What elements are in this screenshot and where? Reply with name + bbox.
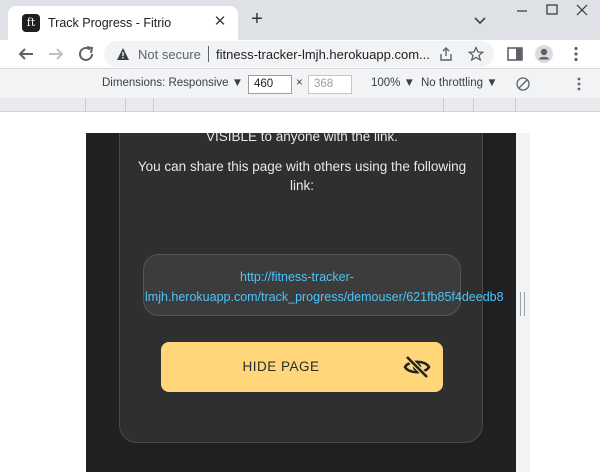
browser-toolbar: Not secure fitness-tracker-lmjh.herokuap…	[0, 40, 600, 68]
viewport-resize-handle[interactable]	[520, 292, 525, 316]
device-toolbar: Dimensions: Responsive ▼ 460 × 368 100% …	[0, 68, 600, 98]
ruler-segment[interactable]	[126, 98, 154, 112]
ruler-segment[interactable]	[154, 98, 444, 112]
ruler-segment[interactable]	[0, 98, 86, 112]
ruler-segment[interactable]	[474, 98, 516, 112]
browser-menu-icon[interactable]	[566, 44, 586, 64]
viewport-height-input[interactable]: 368	[308, 75, 352, 94]
bookmark-star-icon[interactable]	[468, 46, 484, 62]
security-label[interactable]: Not secure	[138, 47, 201, 62]
ruler-segment[interactable]	[86, 98, 126, 112]
share-icon[interactable]	[438, 46, 454, 62]
share-link-line2[interactable]: lmjh.herokuapp.com/track_progress/demous…	[144, 287, 516, 307]
profile-avatar-icon[interactable]	[534, 44, 554, 64]
device-more-options-icon[interactable]	[574, 76, 584, 92]
hide-page-button[interactable]: HIDE PAGE	[161, 342, 443, 392]
share-message-line2: link:	[289, 178, 314, 193]
viewport-width-input[interactable]: 460	[248, 75, 292, 94]
reload-icon[interactable]	[74, 42, 98, 66]
address-separator	[208, 46, 209, 62]
share-link[interactable]: http://fitness-tracker- lmjh.herokuapp.c…	[144, 267, 516, 307]
rotate-icon[interactable]	[515, 76, 531, 92]
forward-arrow-icon[interactable]	[44, 42, 68, 66]
back-arrow-icon[interactable]	[14, 42, 38, 66]
share-message-line1: You can share this page with others usin…	[137, 159, 467, 174]
fitrio-favicon-icon: ft	[22, 14, 40, 32]
dimension-separator: ×	[296, 77, 303, 89]
visibility-message: Your progress with this routine is curre…	[205, 133, 399, 144]
tab-title: Track Progress - Fitrio	[48, 16, 172, 30]
throttling-select[interactable]: No throttling ▼	[421, 77, 498, 89]
share-link-box: http://fitness-tracker- lmjh.herokuapp.c…	[143, 254, 504, 316]
share-card: Your progress with this routine is curre…	[119, 133, 504, 443]
eye-off-icon	[403, 355, 431, 379]
track-progress-page: Your progress with this routine is curre…	[86, 133, 516, 472]
new-tab-button[interactable]: +	[246, 9, 268, 31]
minimize-icon[interactable]	[508, 0, 536, 22]
ruler-segment[interactable]	[444, 98, 474, 112]
maximize-icon[interactable]	[538, 0, 566, 22]
side-panel-icon[interactable]	[505, 44, 525, 64]
close-tab-icon[interactable]: ✕	[210, 12, 230, 32]
zoom-select[interactable]: 100% ▼	[371, 77, 415, 89]
warning-triangle-icon[interactable]	[116, 47, 130, 61]
tab-search-chevron-icon[interactable]	[469, 9, 491, 31]
share-link-line1[interactable]: http://fitness-tracker-	[144, 267, 516, 287]
url-text[interactable]: fitness-tracker-lmjh.herokuapp.com...	[216, 47, 430, 62]
close-window-icon[interactable]	[568, 0, 596, 22]
address-bar[interactable]: Not secure fitness-tracker-lmjh.herokuap…	[104, 41, 494, 67]
browser-title-bar: ft Track Progress - Fitrio ✕ +	[0, 0, 600, 40]
media-query-ruler[interactable]	[0, 98, 600, 112]
dimensions-select[interactable]: Dimensions: Responsive ▼	[102, 77, 243, 89]
hide-page-label: HIDE PAGE	[242, 359, 320, 374]
browser-tab[interactable]: ft Track Progress - Fitrio ✕	[8, 6, 238, 40]
